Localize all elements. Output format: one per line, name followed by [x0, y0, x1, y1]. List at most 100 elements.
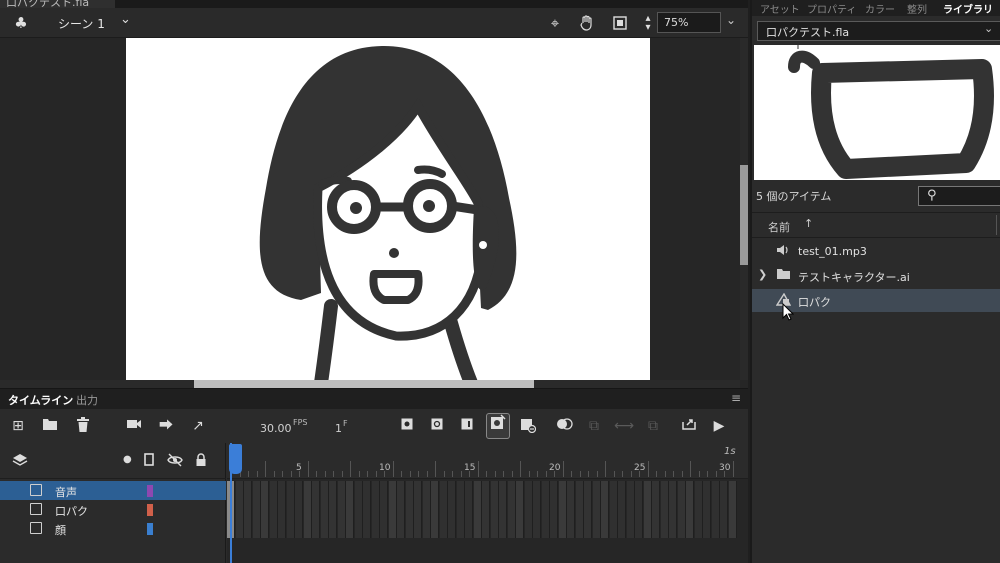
zoom-stepper-icon[interactable]: ▴ ▾ [639, 14, 657, 33]
frame-cell[interactable] [320, 500, 329, 519]
frame-cell[interactable] [431, 519, 439, 538]
frame-row[interactable] [227, 519, 737, 538]
frame-cell[interactable] [482, 481, 490, 500]
frame-cell[interactable] [278, 519, 286, 538]
frame-cell[interactable] [312, 519, 320, 538]
frame-cell[interactable] [584, 519, 592, 538]
frame-cell[interactable] [252, 500, 261, 519]
frame-cell[interactable] [405, 519, 414, 538]
layer-color-swatch[interactable] [147, 485, 153, 497]
frame-cell[interactable] [652, 481, 660, 500]
frame-cell[interactable] [244, 500, 252, 519]
frame-cell[interactable] [388, 500, 397, 519]
stage-canvas[interactable] [126, 38, 650, 380]
frame-cell[interactable] [465, 519, 473, 538]
frame-cell[interactable] [303, 519, 312, 538]
frame-cell[interactable] [235, 519, 244, 538]
frame-cell[interactable] [711, 500, 720, 519]
frame-cell[interactable] [499, 500, 507, 519]
frame-cell[interactable] [703, 481, 711, 500]
frame-cell[interactable] [626, 481, 635, 500]
frame-cell[interactable] [507, 519, 516, 538]
layer-row-audio[interactable]: 音声 [0, 481, 226, 500]
frame-cell[interactable] [626, 519, 635, 538]
frame-cell[interactable] [541, 500, 550, 519]
frame-cell[interactable] [354, 519, 363, 538]
frame-cell[interactable] [516, 500, 524, 519]
frame-cell[interactable] [261, 481, 269, 500]
frame-cell[interactable] [414, 500, 422, 519]
frame-cell[interactable] [490, 519, 499, 538]
layer-row-lipsync[interactable]: 口パク [0, 500, 226, 519]
frame-cell[interactable] [439, 519, 448, 538]
frame-cell[interactable] [482, 500, 490, 519]
frame-cell[interactable] [686, 481, 694, 500]
frame-cell[interactable] [490, 500, 499, 519]
frame-cell[interactable] [507, 481, 516, 500]
frame-cell[interactable] [533, 481, 541, 500]
layers-icon[interactable] [12, 453, 28, 471]
frame-cell[interactable] [550, 500, 558, 519]
frame-cell[interactable] [346, 519, 354, 538]
chevron-down-icon[interactable]: ⌄ [120, 12, 131, 27]
library-column-header[interactable]: 名前 ↑ [752, 212, 1000, 238]
scene-selector[interactable]: シーン 1 [58, 15, 105, 32]
frame-cell[interactable] [303, 500, 312, 519]
frame-cell[interactable] [337, 519, 346, 538]
chevron-right-icon[interactable]: ❯ [758, 268, 767, 281]
frame-cell[interactable] [397, 500, 405, 519]
frame-cell[interactable] [329, 481, 337, 500]
frame-cell[interactable] [456, 481, 465, 500]
fps-value[interactable]: 30.00 [260, 422, 292, 435]
frame-cell[interactable] [278, 500, 286, 519]
frame-cell[interactable] [439, 481, 448, 500]
insert-blank-keyframe-icon[interactable] [428, 417, 446, 435]
column-divider[interactable] [996, 215, 997, 235]
frame-cell[interactable] [652, 500, 660, 519]
frame-cell[interactable] [235, 500, 244, 519]
zoom-input[interactable]: 75% [657, 12, 721, 33]
frame-cell[interactable] [711, 481, 720, 500]
frame-cell[interactable] [371, 519, 380, 538]
frame-cell[interactable] [380, 500, 388, 519]
frame-cell[interactable] [380, 481, 388, 500]
frame-cell[interactable] [507, 500, 516, 519]
frame-cell[interactable] [558, 519, 567, 538]
layer-color-swatch[interactable] [147, 504, 153, 516]
frame-cell[interactable] [405, 500, 414, 519]
current-frame-value[interactable]: 1 [335, 422, 342, 435]
frame-cell[interactable] [278, 481, 286, 500]
frame-cell[interactable] [618, 519, 626, 538]
document-tab[interactable]: 口パクテスト.fla [0, 0, 115, 8]
library-document-select[interactable]: 口パクテスト.fla [757, 21, 1000, 41]
frame-cell[interactable] [261, 519, 269, 538]
frame-cell[interactable] [541, 481, 550, 500]
library-search-input[interactable]: ⚲ [918, 186, 1000, 206]
frame-cell[interactable] [669, 500, 677, 519]
frame-cell[interactable] [533, 519, 541, 538]
frame-cell[interactable] [660, 481, 669, 500]
frame-cell[interactable] [516, 519, 524, 538]
tab-align[interactable]: 整列 [907, 1, 927, 16]
insert-keyframe-icon[interactable] [398, 417, 416, 435]
frame-cell[interactable] [397, 519, 405, 538]
frame-cell[interactable] [244, 519, 252, 538]
frame-cell[interactable] [567, 481, 575, 500]
frame-cell[interactable] [439, 500, 448, 519]
frame-cell[interactable] [252, 481, 261, 500]
frame-grid[interactable]: 1s 5 10 15 20 25 30 [227, 443, 748, 563]
frame-cell[interactable] [677, 500, 686, 519]
library-item-folder[interactable]: ❯ テストキャラクター.ai [752, 264, 1000, 287]
frame-cell[interactable] [388, 481, 397, 500]
tab-timeline[interactable]: タイムライン [8, 392, 73, 408]
layer-row-face[interactable]: 顔 [0, 519, 226, 538]
tab-library[interactable]: ライブラリ [943, 1, 993, 16]
new-layer-icon[interactable]: ⊞ [9, 417, 27, 435]
frame-cell[interactable] [575, 481, 584, 500]
frame-cell[interactable] [516, 481, 524, 500]
tab-output[interactable]: 出力 [76, 392, 98, 408]
frame-cell[interactable] [609, 519, 618, 538]
clear-keyframe-icon[interactable] [519, 417, 537, 435]
frame-cell[interactable] [575, 500, 584, 519]
frame-cell[interactable] [405, 481, 414, 500]
